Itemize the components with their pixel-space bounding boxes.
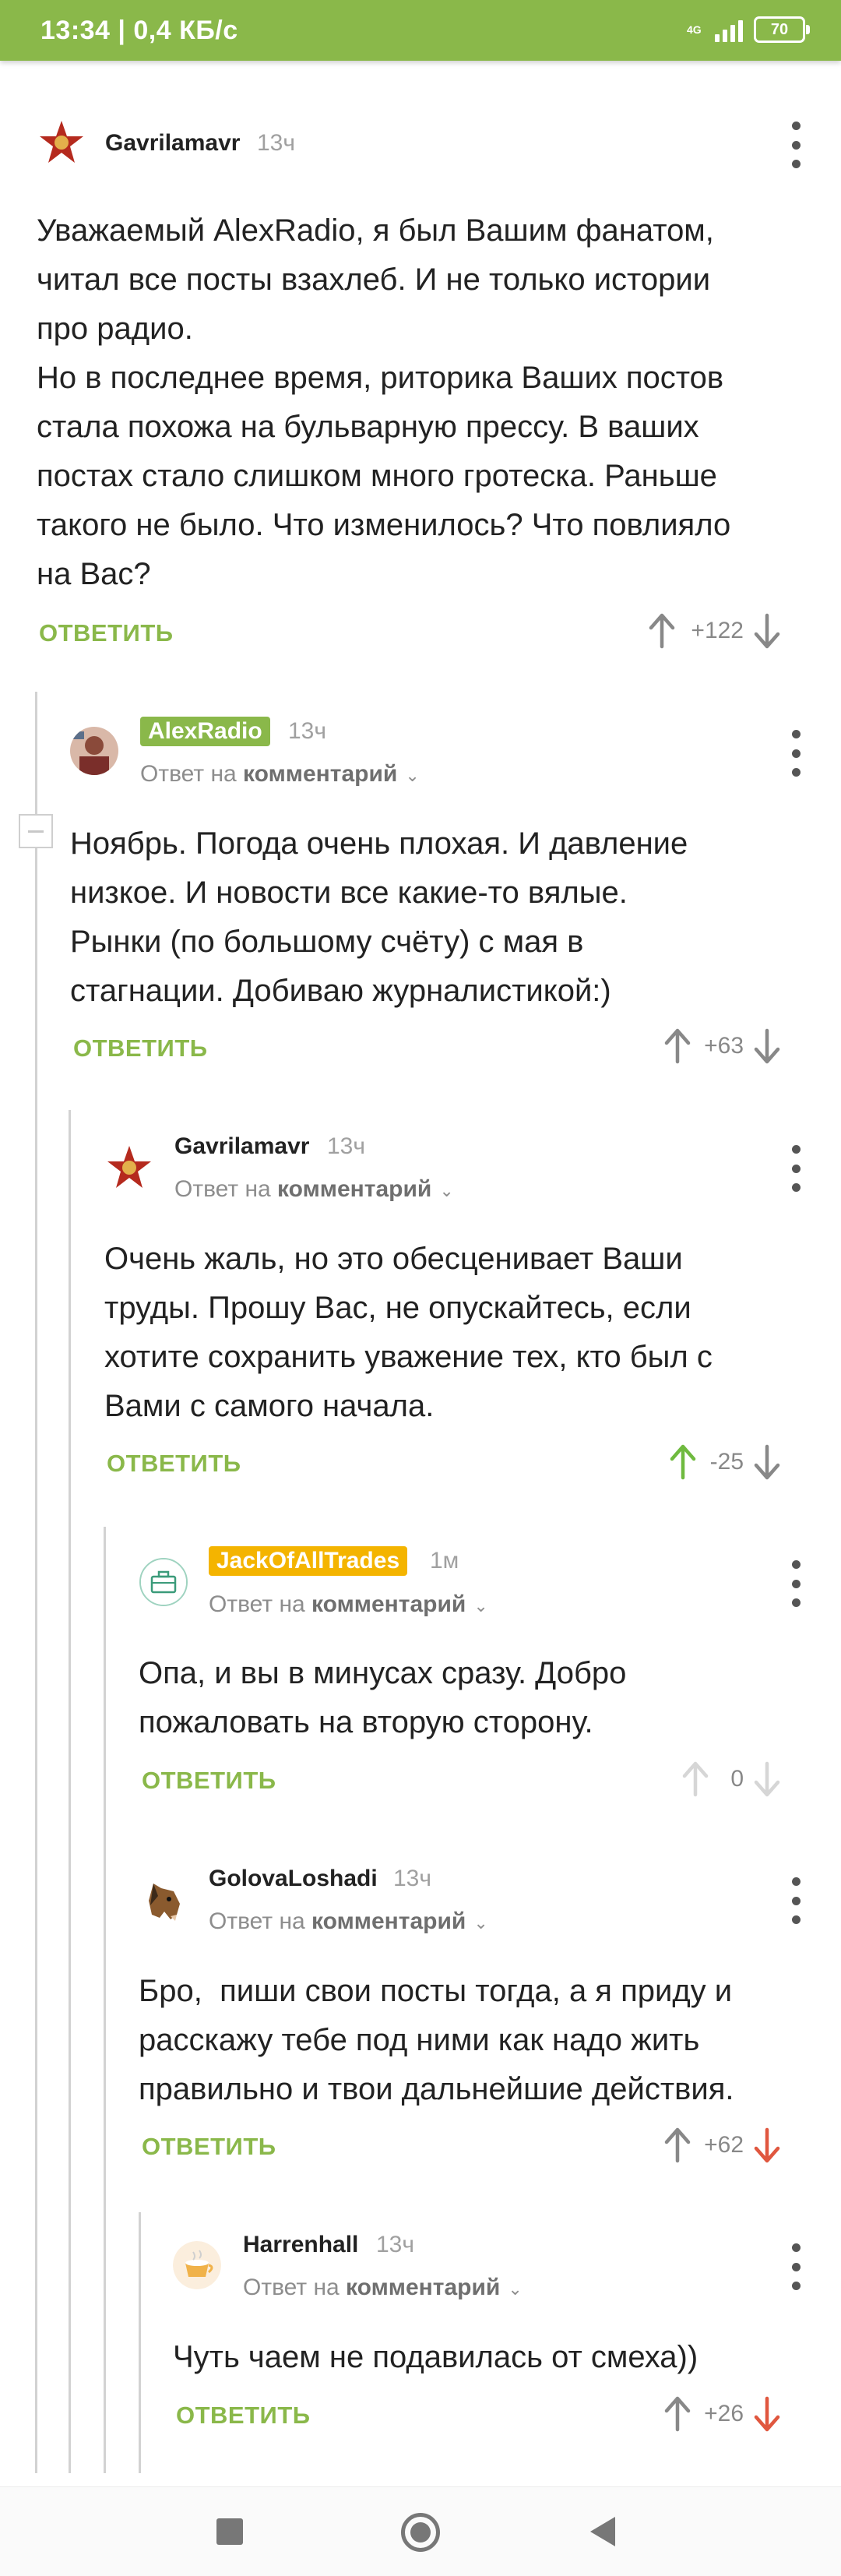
downvote-icon[interactable] xyxy=(751,1760,783,1798)
comment-time: 13ч xyxy=(327,1133,365,1159)
comment-author[interactable]: JackOfAllTrades xyxy=(209,1546,408,1576)
upvote-icon[interactable] xyxy=(667,1443,698,1481)
upvote-icon[interactable] xyxy=(680,1760,711,1798)
reply-button[interactable]: ОТВЕТИТЬ xyxy=(142,2133,276,2161)
back-icon[interactable] xyxy=(590,2517,615,2546)
tea-cup-avatar-icon[interactable] xyxy=(173,2241,221,2289)
chevron-down-icon: ⌄ xyxy=(439,1181,454,1200)
vote-block: +26 xyxy=(662,2395,783,2433)
network-type-label: 4G xyxy=(687,23,702,36)
upvote-icon[interactable] xyxy=(646,612,677,650)
comment-time: 13ч xyxy=(376,2232,414,2257)
reply-to-link[interactable]: Ответ на комментарий ⌄ xyxy=(140,761,420,788)
red-star-avatar-icon[interactable] xyxy=(37,118,86,167)
photo-avatar-icon[interactable] xyxy=(70,727,118,775)
vote-block: -25 xyxy=(667,1443,783,1482)
comment-text: Уважаемый AlexRadio, я был Вашим фанатом… xyxy=(37,213,731,591)
vote-block: +122 xyxy=(646,611,783,650)
signal-icon xyxy=(715,17,743,42)
comment-time: 1м xyxy=(430,1548,459,1573)
chevron-down-icon: ⌄ xyxy=(508,2279,523,2299)
comment-time: 13ч xyxy=(257,130,295,156)
more-options-icon[interactable] xyxy=(788,1145,804,1192)
reply-to-link[interactable]: Ответ на комментарий ⌄ xyxy=(209,1908,488,1935)
vote-block: +63 xyxy=(662,1027,783,1066)
battery-icon: 70 xyxy=(754,16,810,43)
downvote-icon[interactable] xyxy=(751,2395,783,2433)
comment-score: -25 xyxy=(709,1449,744,1475)
comment-time: 13ч xyxy=(288,718,326,744)
comment-author[interactable]: Gavrilamavr xyxy=(105,130,240,157)
downvote-icon[interactable] xyxy=(751,1027,783,1065)
comment-text: Опа, и вы в минусах сразу. Добро пожалов… xyxy=(139,1656,627,1739)
thread-line xyxy=(104,1527,106,2473)
reply-button[interactable]: ОТВЕТИТЬ xyxy=(176,2402,311,2430)
reply-button[interactable]: ОТВЕТИТЬ xyxy=(73,1034,208,1062)
upvote-icon[interactable] xyxy=(662,2395,693,2433)
thread-line xyxy=(139,2212,141,2473)
more-options-icon[interactable] xyxy=(788,1560,804,1607)
upvote-icon[interactable] xyxy=(662,2127,693,2164)
comment-text: Бро, пиши свои посты тогда, а я приду и … xyxy=(139,1974,734,2106)
system-nav-bar xyxy=(0,2486,841,2576)
downvote-icon[interactable] xyxy=(751,612,783,650)
comment-author[interactable]: Harrenhall xyxy=(243,2232,358,2258)
comment-score: 0 xyxy=(730,1766,744,1792)
suitcase-avatar-icon[interactable] xyxy=(139,1558,188,1606)
reply-to-link[interactable]: Ответ на комментарий ⌄ xyxy=(209,1591,488,1618)
comment-score: +62 xyxy=(704,2132,744,2158)
comment-author[interactable]: Gavrilamavr xyxy=(174,1133,309,1160)
more-options-icon[interactable] xyxy=(788,122,804,168)
comment-text: Чуть чаем не подавилась от смеха)) xyxy=(173,2340,698,2374)
downvote-icon[interactable] xyxy=(751,2127,783,2164)
comment-score: +63 xyxy=(704,1033,744,1059)
recent-apps-icon[interactable] xyxy=(216,2518,243,2545)
more-options-icon[interactable] xyxy=(788,730,804,777)
reply-to-link[interactable]: Ответ на комментарий ⌄ xyxy=(174,1176,454,1203)
comment-time: 13ч xyxy=(393,1866,431,1891)
comment-text: Очень жаль, но это обесценивает Ваши тру… xyxy=(104,1242,713,1423)
reply-button[interactable]: ОТВЕТИТЬ xyxy=(142,1767,276,1795)
vote-block: 0 xyxy=(680,1760,783,1799)
reply-button[interactable]: ОТВЕТИТЬ xyxy=(39,619,174,647)
status-icons: 4G 70 xyxy=(687,14,810,45)
vote-block: +62 xyxy=(662,2126,783,2165)
home-icon[interactable] xyxy=(401,2513,440,2552)
upvote-icon[interactable] xyxy=(662,1027,693,1065)
more-options-icon[interactable] xyxy=(788,1877,804,1924)
comment-score: +26 xyxy=(704,2401,744,2426)
comment-author[interactable]: AlexRadio xyxy=(140,717,270,746)
downvote-icon[interactable] xyxy=(751,1443,783,1481)
chevron-down-icon: ⌄ xyxy=(473,1596,488,1616)
comment-score: +122 xyxy=(691,618,744,643)
reply-to-link[interactable]: Ответ на комментарий ⌄ xyxy=(243,2275,523,2301)
red-star-avatar-icon[interactable] xyxy=(105,1144,153,1192)
collapse-thread-button[interactable] xyxy=(19,814,53,848)
comment-author[interactable]: GolovaLoshadi xyxy=(209,1866,378,1892)
thread-line xyxy=(35,692,37,2473)
status-time: 13:34 | 0,4 КБ/с xyxy=(40,16,238,45)
status-bar: 13:34 | 0,4 КБ/с 4G 70 xyxy=(0,0,841,61)
comment-text: Ноябрь. Погода очень плохая. И давление … xyxy=(70,826,688,1008)
horse-head-avatar-icon[interactable] xyxy=(139,1877,188,1926)
chevron-down-icon: ⌄ xyxy=(405,766,420,785)
chevron-down-icon: ⌄ xyxy=(473,1913,488,1933)
thread-line xyxy=(69,1110,71,2473)
reply-button[interactable]: ОТВЕТИТЬ xyxy=(107,1450,241,1478)
more-options-icon[interactable] xyxy=(788,2243,804,2290)
